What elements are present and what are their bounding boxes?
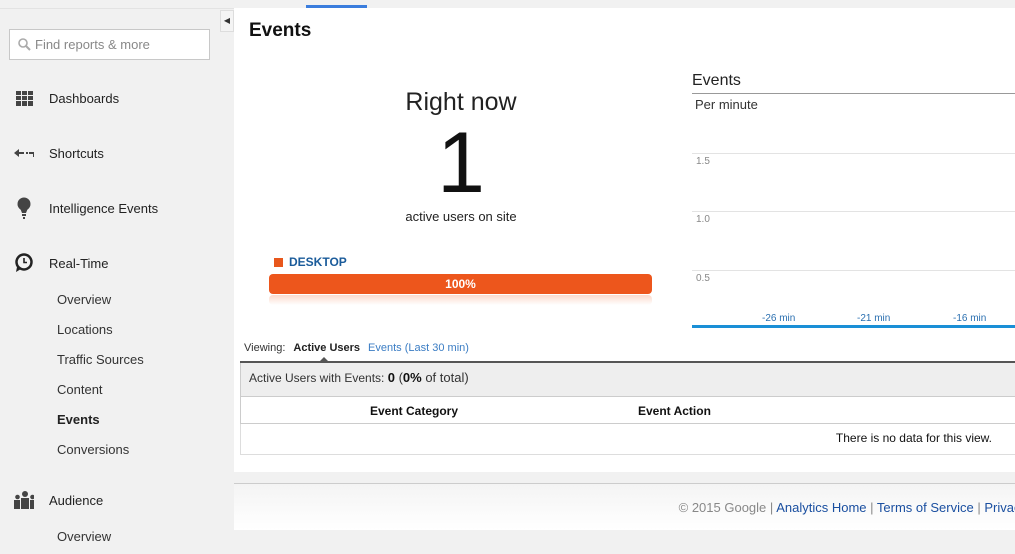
y-tick-label: 1.0 [696,214,710,225]
table-row: There is no data for this view. [240,424,1015,455]
x-tick-label: -16 min [953,313,987,324]
sidebar-item-real-time[interactable]: Real-Time [14,253,108,273]
chart-series-line [692,325,1015,328]
sidebar-item-label: Shortcuts [49,145,104,161]
divider [0,8,234,9]
gridline [692,270,1015,271]
summary-value: 0 [387,370,395,385]
summary-pct: 0% [402,370,422,385]
sidebar-item-label: Audience [49,492,104,508]
search-icon [18,38,31,51]
x-tick-label: -26 min [762,313,796,324]
sidebar-subitem-traffic-sources[interactable]: Traffic Sources [57,352,144,367]
summary-paren: ( [394,370,403,385]
x-tick-label: -21 min [857,313,891,324]
active-users-label: active users on site [405,209,517,224]
sidebar-item-dashboards[interactable]: Dashboards [14,88,119,108]
gridline [692,153,1015,154]
sidebar-subitem-events[interactable]: Events [57,412,100,427]
viewing-label: Viewing: [244,342,286,354]
lightbulb-icon [14,197,34,219]
right-now-heading: Right now [405,88,517,116]
sidebar-subitem-conversions[interactable]: Conversions [57,442,129,457]
chart-title-divider [692,93,1015,94]
terms-of-service-link[interactable]: Terms of Service [877,500,974,515]
summary-rest: of total) [421,370,469,385]
footer: © 2015 Google | Analytics Home | Terms o… [234,483,1015,530]
bar-reflection [269,295,652,305]
column-header-event-action[interactable]: Event Action [638,404,711,418]
chart-subtitle: Per minute [695,97,758,112]
sidebar-subitem-audience-overview[interactable]: Overview [57,529,111,544]
legend-swatch [274,257,283,267]
grid-icon [14,88,34,108]
y-tick-label: 0.5 [696,273,710,284]
analytics-home-link[interactable]: Analytics Home [776,500,866,515]
sidebar-item-intelligence-events[interactable]: Intelligence Events [14,197,159,219]
sidebar-item-label: Dashboards [49,90,120,106]
search-input[interactable]: Find reports & more [9,29,210,60]
tab-active-users[interactable]: Active Users [293,342,360,362]
summary-label: Active Users with Events: [249,371,385,385]
page-title: Events [249,20,312,41]
people-icon [14,490,34,510]
search-placeholder: Find reports & more [35,37,150,52]
sidebar-item-shortcuts[interactable]: Shortcuts [14,143,104,163]
active-users-count: 1 [437,115,485,211]
sidebar-subitem-overview[interactable]: Overview [57,292,111,307]
triangle-left-icon: ◀ [223,16,231,25]
device-legend: DESKTOP [274,255,347,269]
sidebar-subitem-locations[interactable]: Locations [57,322,113,337]
table-header: Event Category Event Action [240,396,1015,424]
viewing-tabs: Viewing: Active Users Events (Last 30 mi… [244,342,469,362]
y-tick-label: 1.5 [696,156,710,167]
sidebar-subitem-content[interactable]: Content [57,382,103,397]
sidebar-item-audience[interactable]: Audience [14,490,103,510]
chart-title: Events [692,72,741,89]
collapse-sidebar-button[interactable]: ◀ [220,10,234,32]
tab-events-last-30-min[interactable]: Events (Last 30 min) [368,342,469,354]
device-label: DESKTOP [289,255,347,269]
gridline [692,211,1015,212]
device-share-bar: 100% [269,274,652,294]
arrow-left-icon [14,143,34,163]
copyright: © 2015 Google [678,500,767,515]
clock-icon [14,253,34,273]
sidebar-item-label: Real-Time [49,255,109,271]
empty-message: There is no data for this view. [835,431,992,445]
sidebar-item-label: Intelligence Events [49,200,159,216]
device-share-label: 100% [445,277,476,291]
privacy-link[interactable]: Privacy [984,500,1015,515]
column-header-event-category[interactable]: Event Category [370,404,458,418]
table-summary: Active Users with Events: 0 (0% of total… [240,363,1015,396]
